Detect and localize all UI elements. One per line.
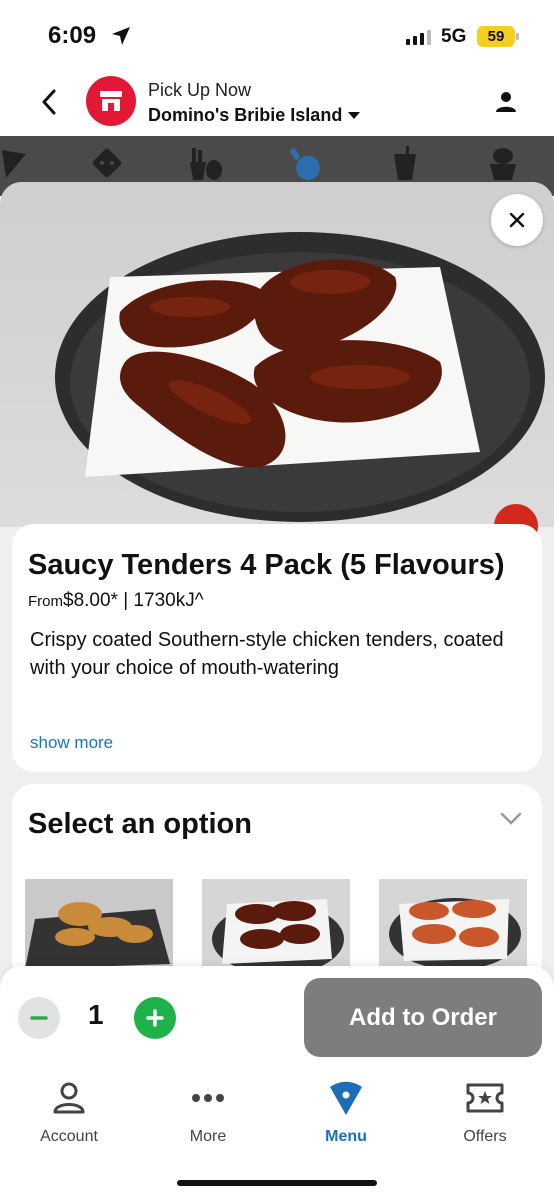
menu-icon: [330, 1081, 362, 1115]
tab-account[interactable]: Account: [9, 1078, 129, 1146]
product-description: Crispy coated Southern-style chicken ten…: [30, 629, 504, 679]
signal-icon: [406, 30, 431, 45]
tab-menu[interactable]: Menu: [286, 1078, 406, 1146]
product-price: From$8.00* | 1730kJ^: [28, 590, 524, 612]
pizza-icon[interactable]: [0, 146, 30, 180]
tab-offers-label: Offers: [463, 1128, 507, 1145]
increase-quantity-button[interactable]: [134, 997, 176, 1039]
offers-icon: [466, 1083, 504, 1113]
store-header: Pick Up Now Domino's Bribie Island: [0, 70, 554, 136]
more-icon: [192, 1094, 224, 1102]
tab-account-label: Account: [40, 1128, 98, 1145]
fries-icon[interactable]: [188, 146, 224, 182]
close-icon: [509, 212, 525, 228]
minus-icon: [30, 1016, 48, 1020]
add-to-order-button[interactable]: Add to Order: [304, 978, 542, 1057]
plus-icon: [146, 1009, 164, 1027]
chevron-left-icon: [42, 89, 56, 115]
product-title: Saucy Tenders 4 Pack (5 Flavours): [28, 549, 505, 581]
order-action-bar: 1 Add to Order: [0, 966, 554, 1066]
network-label: 5G: [441, 26, 467, 47]
option-card: Select an option: [12, 784, 542, 984]
store-selector[interactable]: Domino's Bribie Island: [148, 105, 342, 126]
product-image: [0, 182, 554, 527]
close-button[interactable]: [491, 194, 543, 246]
tab-more[interactable]: More: [148, 1078, 268, 1146]
tab-more-label: More: [189, 1128, 227, 1145]
home-indicator: [177, 1180, 377, 1186]
account-icon[interactable]: [494, 90, 518, 114]
status-time: 6:09: [48, 22, 97, 49]
decrease-quantity-button[interactable]: [18, 997, 60, 1039]
option-thumbnail-3[interactable]: [379, 879, 527, 969]
chicken-icon[interactable]: [288, 146, 324, 182]
pickup-label: Pick Up Now: [148, 80, 252, 100]
option-thumbnail-1[interactable]: [25, 879, 173, 969]
battery-icon: 59: [477, 26, 519, 47]
price-value: $8.00* | 1730kJ^: [63, 590, 204, 611]
caret-down-icon[interactable]: [348, 112, 360, 119]
desserts-icon[interactable]: [486, 146, 520, 182]
quantity-value: 1: [88, 999, 104, 1030]
option-title: Select an option: [28, 808, 252, 840]
price-prefix: From: [28, 593, 63, 610]
location-arrow-icon: [112, 27, 130, 45]
show-more-link[interactable]: show more: [30, 733, 113, 753]
store-icon[interactable]: [86, 76, 136, 126]
tab-offers[interactable]: Offers: [425, 1078, 545, 1146]
drinks-icon[interactable]: [390, 146, 420, 182]
sides-icon[interactable]: [90, 146, 124, 180]
back-button[interactable]: [34, 86, 64, 118]
account-icon: [53, 1082, 85, 1114]
status-bar: 6:09 5G 59: [0, 0, 554, 70]
chevron-down-icon[interactable]: [500, 812, 522, 826]
bottom-tab-bar: Account More Menu Offers: [0, 1066, 554, 1200]
option-thumbnail-2[interactable]: [202, 879, 350, 969]
tab-menu-label: Menu: [325, 1128, 367, 1145]
product-info-card: Saucy Tenders 4 Pack (5 Flavours) From$8…: [12, 524, 542, 772]
